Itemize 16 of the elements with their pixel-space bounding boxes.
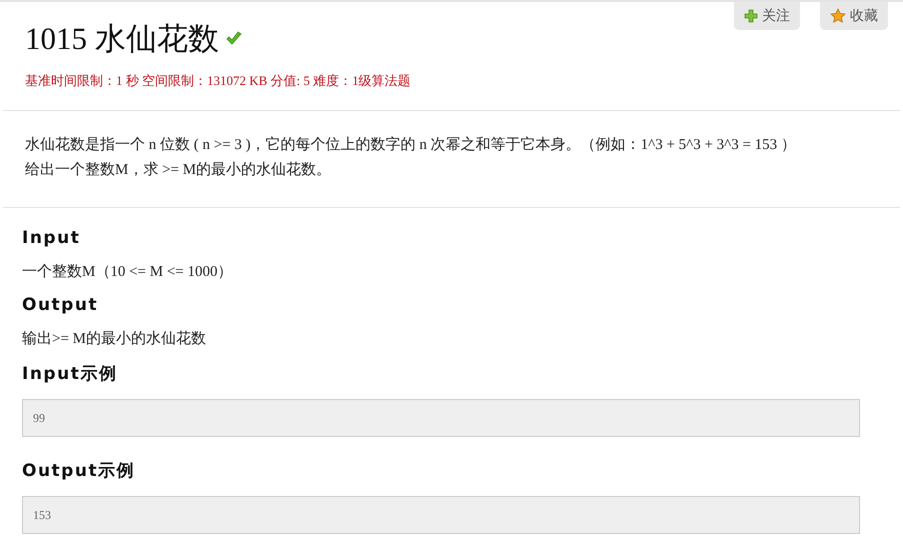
section-heading: Output示例 — [22, 460, 136, 482]
section-heading: Output — [22, 295, 100, 315]
star-icon — [830, 8, 846, 24]
description-text: 给出一个整数M，求 >= M的最小的水仙花数。 — [25, 160, 332, 180]
section-text: 输出>= M的最小的水仙花数 — [22, 330, 208, 348]
favorite-button[interactable]: 收藏 — [820, 2, 888, 30]
plus-icon — [744, 9, 758, 23]
sample-box: 153 — [22, 496, 860, 534]
description-text: 水仙花数是指一个 n 位数 ( n >= 3 )，它的每个位上的数字的 n 次幂之和等于它本身。（例如：1^3 + 5^3 + 3^3 = 153 ） — [25, 135, 797, 155]
sample-box: 99 — [22, 399, 860, 437]
section-heading: Input — [22, 228, 82, 248]
section-text: 一个整数M（10 <= M <= 1000） — [22, 262, 234, 281]
section-heading: Input示例 — [22, 363, 118, 385]
problem-limits: 基准时间限制：1 秒 空间限制：131072 KB 分值: 5 难度：1级算法题 — [25, 72, 412, 90]
problem-title: 1015 水仙花数 — [25, 20, 219, 58]
follow-button[interactable]: 关注 — [734, 2, 800, 30]
